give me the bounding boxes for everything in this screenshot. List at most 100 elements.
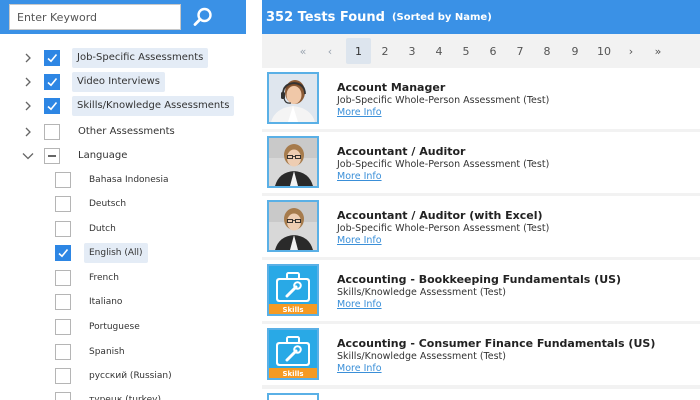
results-header: 352 Tests Found (Sorted by Name) bbox=[262, 0, 700, 34]
page-prev-button[interactable]: ‹ bbox=[318, 38, 342, 64]
test-type: Job-Specific Whole-Person Assessment (Te… bbox=[337, 159, 550, 170]
page-1-button[interactable]: 1 bbox=[346, 38, 371, 64]
headset-person-photo bbox=[267, 72, 319, 124]
test-title[interactable]: Accounting - Bookkeeping Fundamentals (U… bbox=[337, 273, 621, 286]
page-first-button[interactable]: « bbox=[291, 38, 315, 64]
page-7-button[interactable]: 7 bbox=[508, 38, 532, 64]
test-title[interactable]: Accounting - Consumer Finance Fundamenta… bbox=[337, 337, 655, 350]
chevron-right-icon[interactable] bbox=[21, 125, 35, 139]
filter-label: French bbox=[89, 273, 119, 283]
test-card[interactable]: Accountant / Auditor (with Excel) Job-Sp… bbox=[262, 196, 700, 257]
results-count: 352 Tests Found bbox=[266, 9, 385, 25]
chevron-down-icon[interactable] bbox=[21, 149, 35, 163]
skills-toolbox-icon: Skills bbox=[267, 264, 319, 316]
test-thumbnail bbox=[267, 393, 319, 400]
filter-language-item[interactable]: Deutsch bbox=[0, 192, 246, 216]
more-info-link[interactable]: More Info bbox=[337, 235, 382, 246]
filter-category-other[interactable]: Other Assessments bbox=[0, 120, 246, 144]
accountant-person-photo bbox=[267, 200, 319, 252]
checkbox-video-interviews[interactable] bbox=[44, 74, 60, 90]
chevron-right-icon[interactable] bbox=[21, 51, 35, 65]
filter-label: Portuguese bbox=[89, 322, 140, 332]
test-card[interactable]: Skills Accounting - Consumer Finance Fun… bbox=[262, 324, 700, 385]
checkbox-turkish[interactable] bbox=[55, 392, 71, 400]
page-8-button[interactable]: 8 bbox=[535, 38, 559, 64]
filter-label: Deutsch bbox=[89, 199, 127, 209]
results-sort-label: (Sorted by Name) bbox=[391, 11, 492, 23]
test-card-partial[interactable] bbox=[262, 389, 700, 400]
filter-label: Other Assessments bbox=[78, 126, 175, 137]
filter-label: Skills/Knowledge Assessments bbox=[72, 96, 235, 116]
more-info-link[interactable]: More Info bbox=[337, 363, 382, 374]
page-next-button[interactable]: › bbox=[619, 38, 643, 64]
filter-label: Italiano bbox=[89, 297, 123, 307]
filter-language-item[interactable]: Italiano bbox=[0, 290, 246, 314]
test-title[interactable]: Accountant / Auditor bbox=[337, 145, 465, 158]
results-list: Account Manager Job-Specific Whole-Perso… bbox=[262, 68, 700, 400]
page-2-button[interactable]: 2 bbox=[373, 38, 397, 64]
page-5-button[interactable]: 5 bbox=[454, 38, 478, 64]
checkbox-job-specific[interactable] bbox=[44, 50, 60, 66]
checkbox-spanish[interactable] bbox=[55, 344, 71, 360]
checkbox-other-assessments[interactable] bbox=[44, 124, 60, 140]
filter-language-item[interactable]: Dutch bbox=[0, 217, 246, 241]
search-button[interactable] bbox=[189, 4, 217, 30]
page-9-button[interactable]: 9 bbox=[563, 38, 587, 64]
page-10-button[interactable]: 10 bbox=[590, 38, 618, 64]
filter-language-item[interactable]: русский (Russian) bbox=[0, 364, 246, 388]
checkbox-deutsch[interactable] bbox=[55, 196, 71, 212]
checkbox-dutch[interactable] bbox=[55, 221, 71, 237]
test-title[interactable]: Account Manager bbox=[337, 81, 445, 94]
checkbox-french[interactable] bbox=[55, 270, 71, 286]
filter-label: Spanish bbox=[89, 347, 125, 357]
checkbox-english-all[interactable] bbox=[55, 245, 71, 261]
test-title[interactable]: Accountant / Auditor (with Excel) bbox=[337, 209, 543, 222]
filter-language-item[interactable]: турецк (turkey) bbox=[0, 388, 246, 400]
test-card[interactable]: Account Manager Job-Specific Whole-Perso… bbox=[262, 68, 700, 129]
filter-category-job-specific[interactable]: Job-Specific Assessments bbox=[0, 46, 246, 70]
filter-label: Job-Specific Assessments bbox=[72, 48, 209, 68]
chevron-right-icon[interactable] bbox=[21, 99, 35, 113]
test-card[interactable]: Skills Accounting - Bookkeeping Fundamen… bbox=[262, 260, 700, 321]
skills-badge-label: Skills bbox=[282, 306, 303, 314]
page-3-button[interactable]: 3 bbox=[400, 38, 424, 64]
filter-language-item[interactable]: English (All) bbox=[0, 241, 246, 265]
skills-toolbox-icon: Skills bbox=[267, 328, 319, 380]
checkbox-skills-knowledge[interactable] bbox=[44, 98, 60, 114]
search-bar bbox=[0, 0, 246, 34]
test-type: Job-Specific Whole-Person Assessment (Te… bbox=[337, 95, 550, 106]
chevron-right-icon[interactable] bbox=[21, 75, 35, 89]
more-info-link[interactable]: More Info bbox=[337, 107, 382, 118]
checkbox-portuguese[interactable] bbox=[55, 319, 71, 335]
filter-label: Video Interviews bbox=[72, 72, 165, 92]
filter-category-language[interactable]: Language bbox=[0, 144, 246, 168]
page-6-button[interactable]: 6 bbox=[481, 38, 505, 64]
more-info-link[interactable]: More Info bbox=[337, 171, 382, 182]
page-last-button[interactable]: » bbox=[646, 38, 670, 64]
filter-language-item[interactable]: French bbox=[0, 266, 246, 290]
test-type: Skills/Knowledge Assessment (Test) bbox=[337, 287, 506, 298]
filter-label: русский (Russian) bbox=[89, 371, 172, 381]
search-input[interactable] bbox=[9, 4, 181, 30]
filter-language-item[interactable]: Bahasa Indonesia bbox=[0, 168, 246, 192]
test-card[interactable]: Accountant / Auditor Job-Specific Whole-… bbox=[262, 132, 700, 193]
checkbox-italiano[interactable] bbox=[55, 294, 71, 310]
skills-badge-label: Skills bbox=[282, 370, 303, 378]
more-info-link[interactable]: More Info bbox=[337, 299, 382, 310]
pagination: « ‹ 1 2 3 4 5 6 7 8 9 10 › » bbox=[262, 34, 700, 68]
filter-label: турецк (turkey) bbox=[89, 395, 161, 400]
test-type: Skills/Knowledge Assessment (Test) bbox=[337, 351, 506, 362]
filter-language-item[interactable]: Portuguese bbox=[0, 315, 246, 339]
filter-label: Language bbox=[78, 150, 128, 161]
checkbox-bahasa-indonesia[interactable] bbox=[55, 172, 71, 188]
page-4-button[interactable]: 4 bbox=[427, 38, 451, 64]
filter-category-video-interviews[interactable]: Video Interviews bbox=[0, 70, 246, 94]
checkbox-russian[interactable] bbox=[55, 368, 71, 384]
filter-language-item[interactable]: Spanish bbox=[0, 340, 246, 364]
results-panel: 352 Tests Found (Sorted by Name) « ‹ 1 2… bbox=[262, 0, 700, 400]
test-type: Job-Specific Whole-Person Assessment (Te… bbox=[337, 223, 550, 234]
search-icon bbox=[193, 7, 212, 26]
checkbox-language[interactable] bbox=[44, 148, 60, 164]
filter-label: English (All) bbox=[84, 243, 148, 263]
filter-category-skills-knowledge[interactable]: Skills/Knowledge Assessments bbox=[0, 94, 246, 118]
